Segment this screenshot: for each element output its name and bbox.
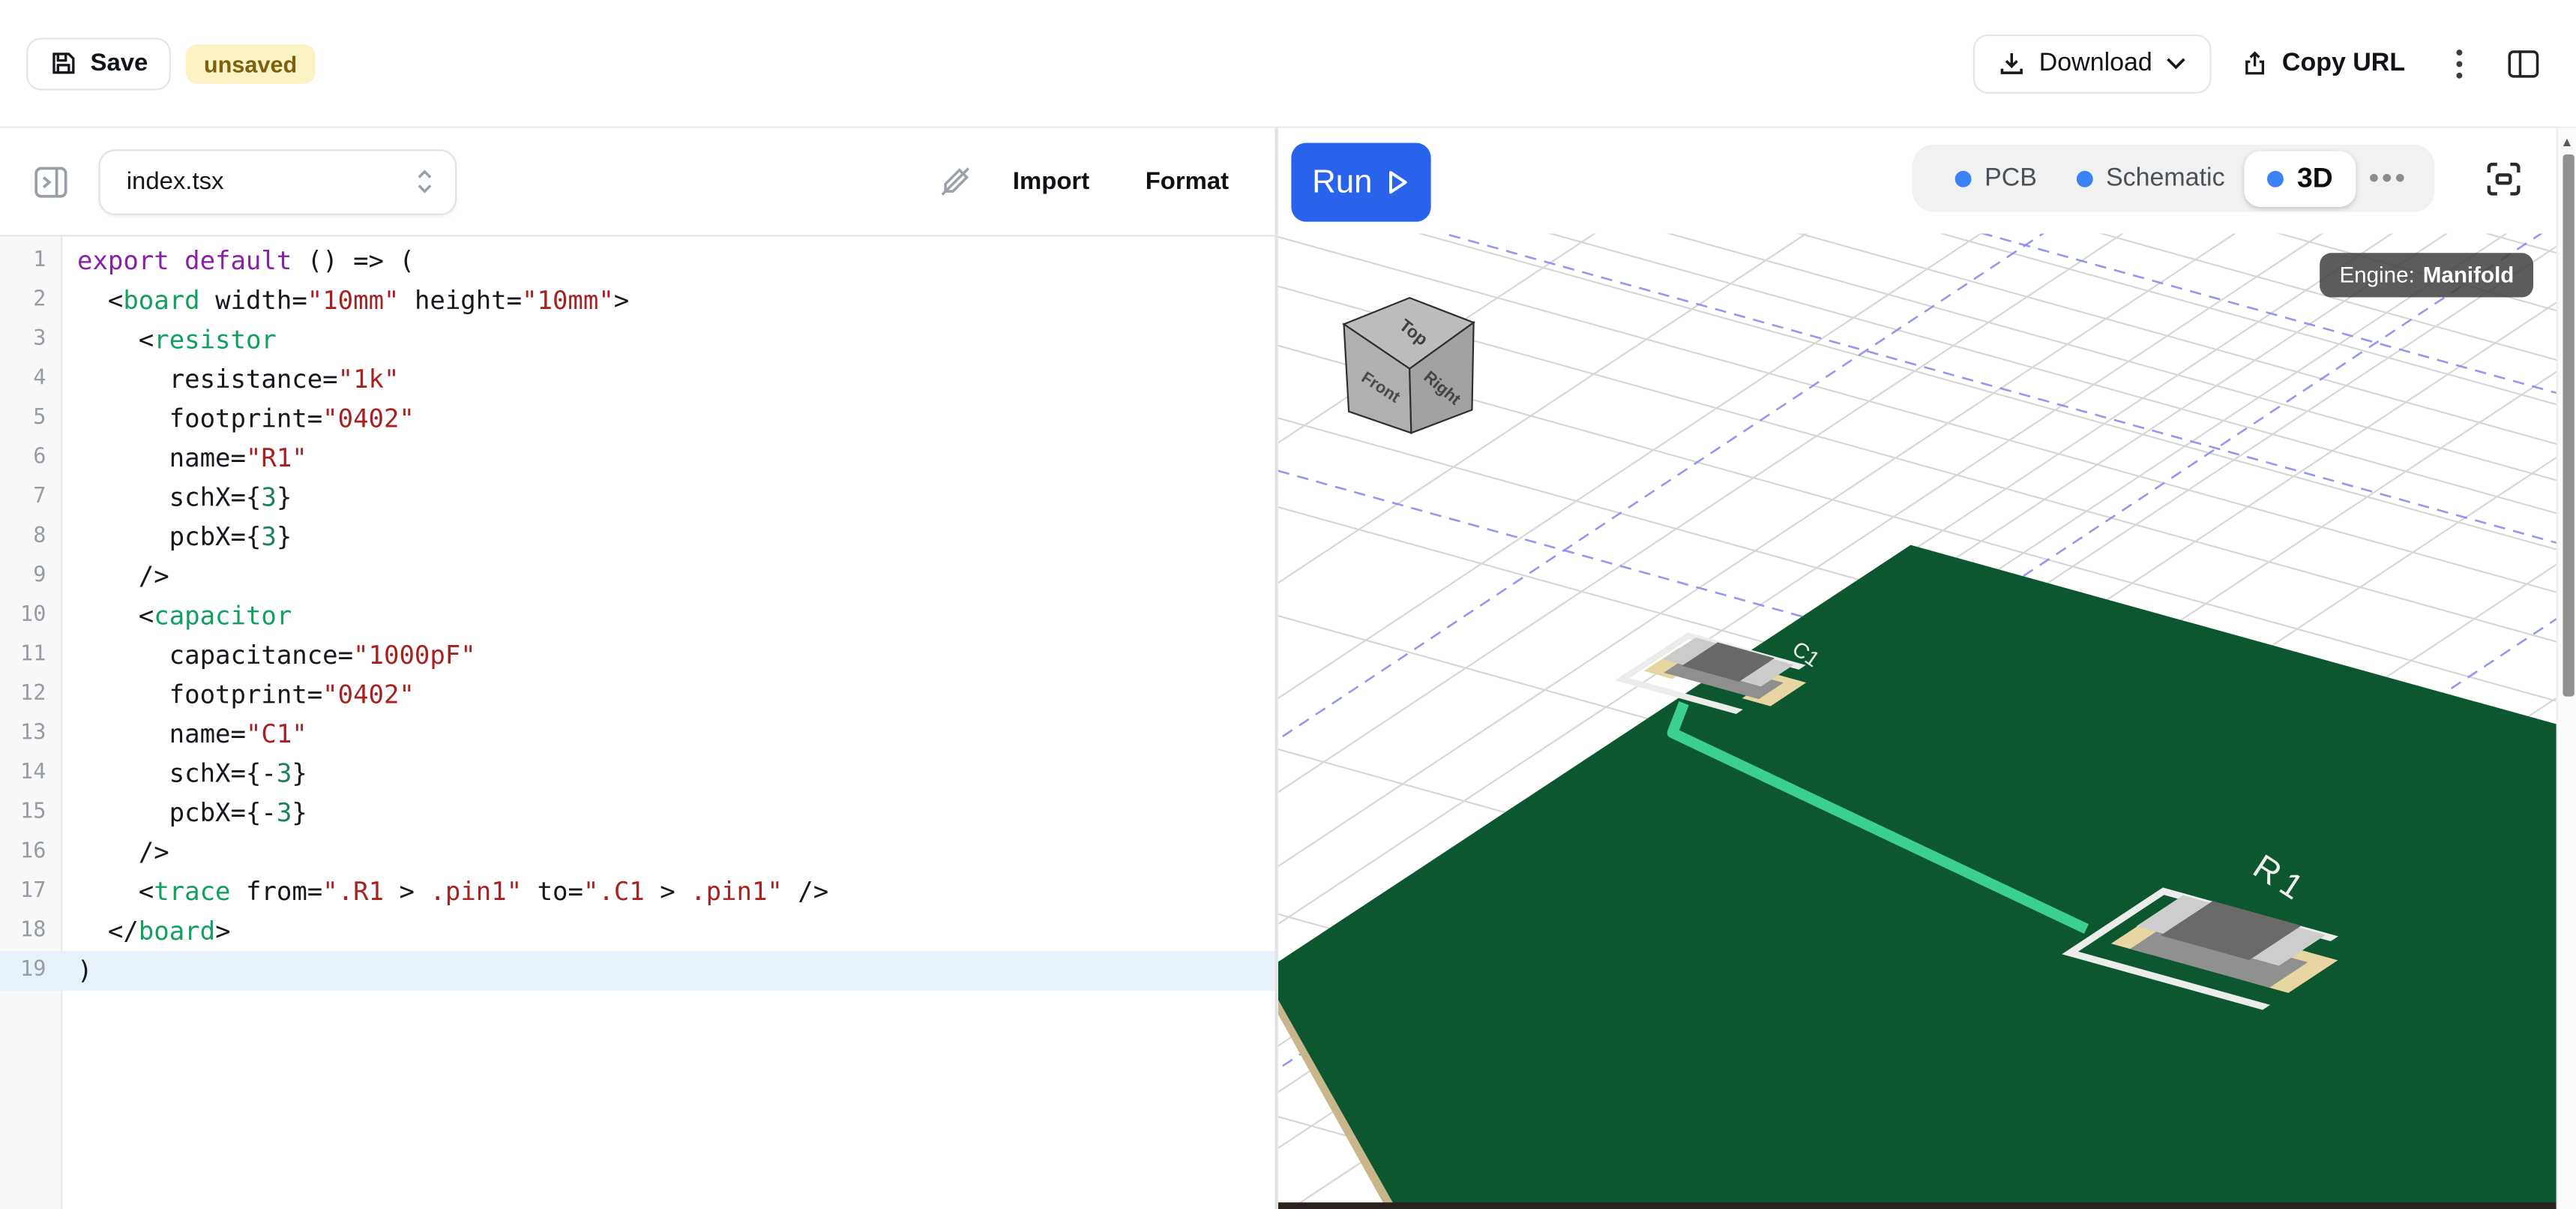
code-row[interactable]: 3 <resistor [0,320,1275,360]
floppy-disk-icon [49,50,77,77]
copy-url-label: Copy URL [2282,49,2405,78]
save-button[interactable]: Save [26,37,171,89]
run-button[interactable]: Run [1291,143,1430,222]
view-mode-tabs: PCB Schematic 3D ••• [1913,145,2435,212]
line-number: 14 [0,754,62,794]
line-number: 10 [0,596,62,636]
code-row[interactable]: 6 name="R1" [0,439,1275,478]
line-number: 12 [0,675,62,715]
line-number: 7 [0,478,62,518]
line-number: 11 [0,636,62,676]
line-number: 19 [0,951,62,991]
line-number: 4 [0,360,62,400]
line-number: 9 [0,556,62,596]
line-number: 13 [0,715,62,754]
code-row[interactable]: 16 /> [0,832,1275,872]
code-editor-panel: index.tsx Import Format [0,128,1275,1209]
import-button[interactable]: Import [996,158,1106,206]
viewport-bottom-edge [1278,1202,2576,1209]
code-row[interactable]: 4 resistance="1k" [0,360,1275,400]
chevron-down-icon [2165,56,2186,70]
file-name: index.tsx [127,167,224,195]
viewer-panel: C1 [1278,128,2576,1209]
copy-url-button[interactable]: Copy URL [2224,34,2422,93]
code-row[interactable]: 12 footprint="0402" [0,675,1275,715]
line-number: 8 [0,518,62,557]
panel-layout-icon [2507,49,2540,78]
fullscreen-button[interactable] [2478,153,2530,211]
code-row[interactable]: 13 name="C1" [0,715,1275,754]
code-row[interactable]: 14 schX={-3} [0,754,1275,794]
app-window: Save unsaved Download [0,0,2576,1209]
top-bar: Save unsaved Download [0,0,2576,128]
tab-schematic[interactable]: Schematic [2056,154,2245,203]
tab-dot-icon [2077,170,2093,187]
panel-toggle-icon [33,164,69,200]
line-number: 1 [0,242,62,281]
more-options-button[interactable] [2445,37,2474,89]
download-label: Download [2039,49,2152,78]
code-lines: 1export default () => (2 <board width="1… [0,236,1275,990]
chevrons-up-down-icon [414,167,435,195]
line-number: 15 [0,794,62,833]
engine-label: Engine: [2339,262,2414,287]
snippet-disabled-icon [939,164,973,199]
line-number: 18 [0,912,62,952]
download-button[interactable]: Download [1973,34,2212,93]
save-label: Save [91,50,148,77]
unsaved-status-badge: unsaved [186,44,316,83]
download-icon [1998,50,2026,77]
code-row[interactable]: 19) [0,951,1275,991]
tab-dot-icon [2268,170,2284,187]
more-views-button[interactable]: ••• [2356,155,2421,201]
line-number: 6 [0,439,62,478]
share-icon [2241,50,2269,77]
code-row[interactable]: 10 <capacitor [0,596,1275,636]
line-number: 16 [0,832,62,872]
code-row[interactable]: 15 pcbX={-3} [0,794,1275,833]
line-number: 5 [0,399,62,439]
format-button[interactable]: Format [1129,158,1245,206]
run-label: Run [1312,164,1372,201]
code-row[interactable]: 11 capacitance="1000pF" [0,636,1275,676]
code-row[interactable]: 2 <board width="10mm" height="10mm"> [0,281,1275,321]
engine-value: Manifold [2423,262,2515,287]
editor-toolbar: index.tsx Import Format [0,128,1275,237]
kebab-menu-icon [2455,46,2464,80]
fullscreen-icon [2484,159,2524,199]
code-row[interactable]: 1export default () => ( [0,242,1275,281]
file-select[interactable]: index.tsx [98,148,457,214]
engine-badge: Engine: Manifold [2320,253,2534,297]
line-number: 3 [0,320,62,360]
toggle-layout-button[interactable] [2497,38,2550,88]
vertical-scrollbar[interactable]: ▲ [2557,128,2576,1209]
line-number: 2 [0,281,62,321]
line-number: 17 [0,872,62,912]
tab-label: 3D [2297,162,2333,195]
scrollbar-thumb[interactable] [2562,154,2573,697]
tab-pcb[interactable]: PCB [1935,154,2056,203]
view-cube[interactable]: Top Front Right [1344,298,1474,433]
play-icon [1387,170,1410,196]
code-area[interactable]: 1export default () => (2 <board width="1… [0,236,1275,1209]
code-row[interactable]: 17 <trace from=".R1 > .pin1" to=".C1 > .… [0,872,1275,912]
code-row[interactable]: 8 pcbX={3} [0,518,1275,557]
code-row[interactable]: 18 </board> [0,912,1275,952]
pcb-board [1278,545,2576,1209]
tab-dot-icon [1955,170,1972,187]
tab-3d[interactable]: 3D [2245,150,2356,206]
code-row[interactable]: 5 footprint="0402" [0,399,1275,439]
scrollbar-up-arrow[interactable]: ▲ [2558,128,2576,152]
code-row[interactable]: 7 schX={3} [0,478,1275,518]
tab-label: PCB [1984,164,2037,193]
collapse-sidebar-button[interactable] [23,154,79,209]
tab-label: Schematic [2106,164,2225,193]
view-tabs: PCB Schematic 3D [1935,150,2356,206]
code-row[interactable]: 9 /> [0,556,1275,596]
